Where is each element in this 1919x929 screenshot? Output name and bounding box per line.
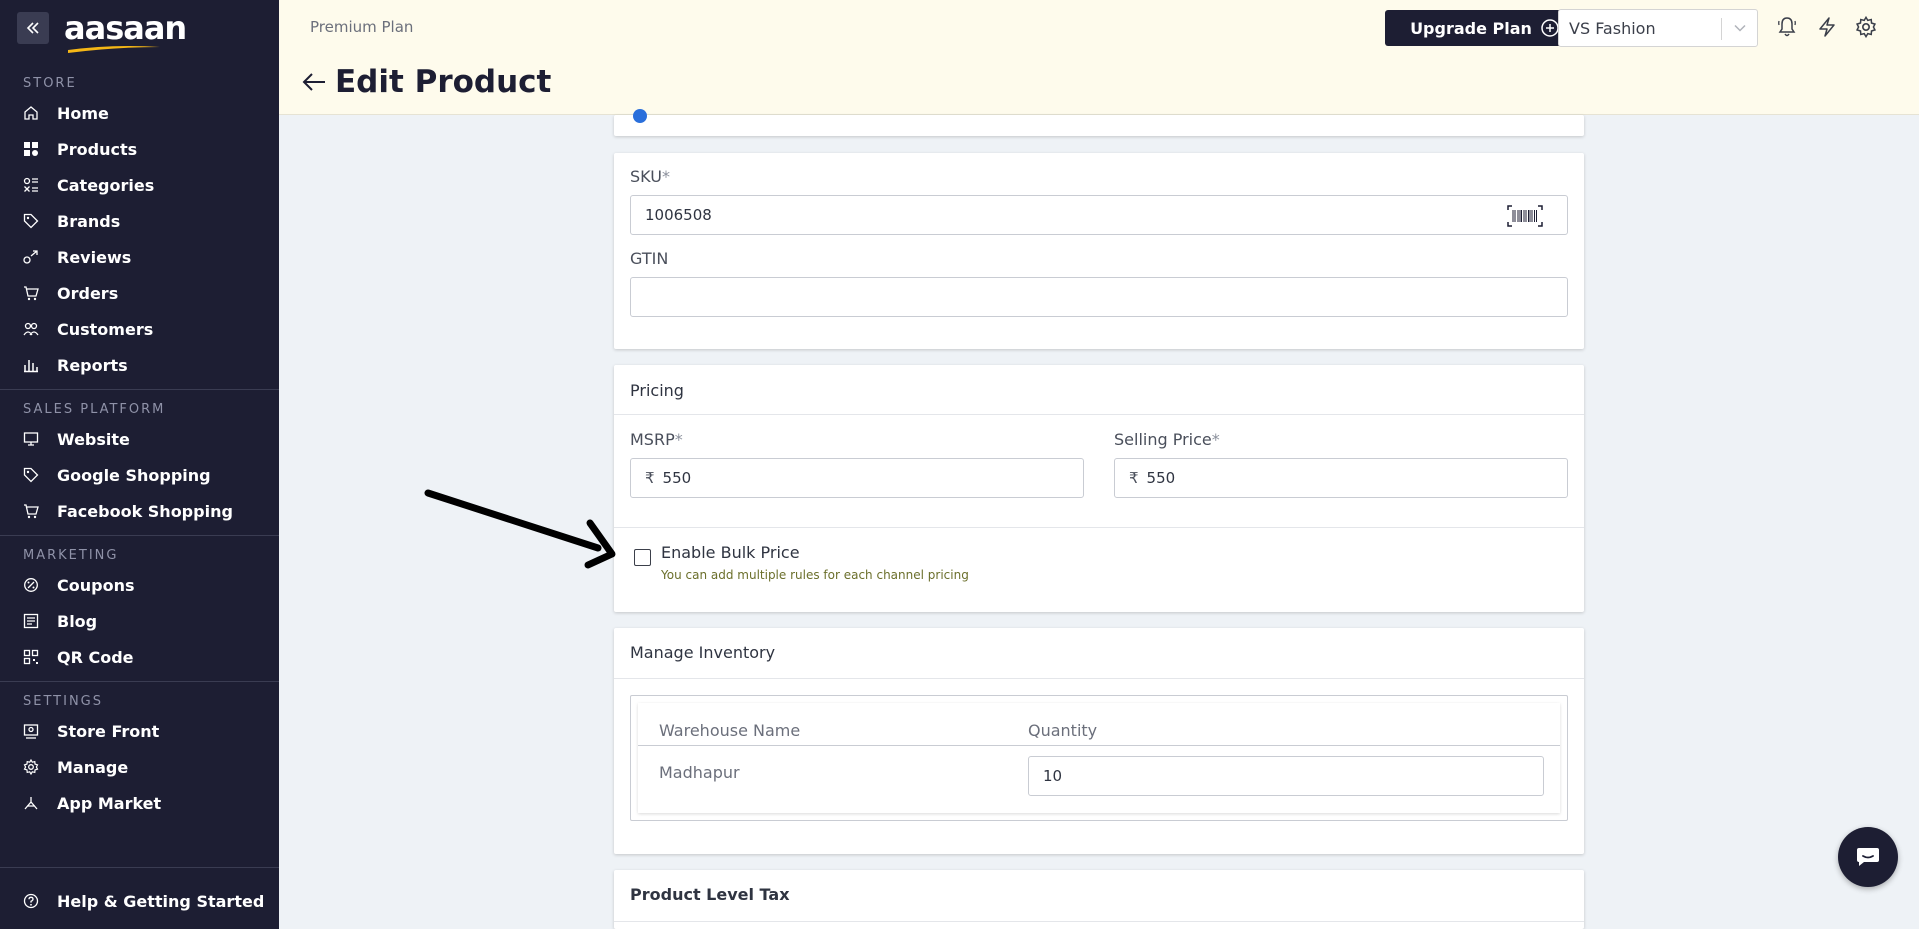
plus-circle-icon (1541, 19, 1559, 37)
currency-symbol: ₹ (645, 469, 655, 487)
logo-swoosh (68, 46, 160, 53)
col-header-warehouse: Warehouse Name (659, 721, 801, 740)
sidebar-item-customers[interactable]: Customers (0, 311, 279, 347)
reviews-icon (23, 250, 38, 264)
collapse-sidebar-button[interactable] (17, 12, 49, 44)
sidebar-item-app-market[interactable]: App Market (0, 785, 279, 821)
bulk-price-section: Enable Bulk Price You can add multiple r… (614, 527, 1584, 612)
previous-card (614, 109, 1584, 136)
inventory-card: Manage Inventory Warehouse Name Quantity… (614, 628, 1584, 854)
coupon-icon (24, 578, 38, 592)
radio-selected[interactable] (633, 109, 647, 123)
col-header-quantity: Quantity (1028, 721, 1098, 740)
sidebar-item-home[interactable]: Home (0, 95, 279, 131)
sidebar: aasaan STORE Home Products Categories Br… (0, 0, 279, 929)
aasaan-logo[interactable]: aasaan (64, 12, 187, 53)
section-label-sales-platform: SALES PLATFORM (23, 402, 166, 417)
cart-icon (24, 504, 39, 519)
sidebar-item-orders[interactable]: Orders (0, 275, 279, 311)
warehouse-name-cell: Madhapur (659, 763, 740, 782)
sidebar-item-categories[interactable]: Categories (0, 167, 279, 203)
selling-price-label: Selling Price* (1114, 430, 1220, 449)
sku-card: SKU* 1006508 GTIN (614, 153, 1584, 349)
sidebar-item-reports[interactable]: Reports (0, 347, 279, 383)
annotation-arrow (424, 489, 616, 569)
pricing-card: Pricing MSRP* ₹ 550 Selling Price* ₹ 550… (614, 365, 1584, 612)
sidebar-divider (0, 867, 279, 868)
double-chevron-left-icon (26, 22, 39, 34)
page-title: Edit Product (335, 64, 552, 100)
select-separator (1721, 18, 1722, 40)
users-icon (23, 322, 39, 336)
sidebar-item-store-front[interactable]: Store Front (0, 713, 279, 749)
store-front-icon (23, 724, 39, 739)
app-market-icon (24, 797, 38, 810)
top-header: Premium Plan Upgrade Plan VS Fashion Edi… (279, 0, 1919, 115)
barcode-icon[interactable] (1507, 205, 1543, 227)
sidebar-item-facebook-shopping[interactable]: Facebook Shopping (0, 493, 279, 529)
sidebar-item-brands[interactable]: Brands (0, 203, 279, 239)
store-select[interactable]: VS Fashion (1558, 9, 1758, 47)
plan-label: Premium Plan (310, 18, 414, 36)
pricing-title: Pricing (630, 381, 684, 400)
divider (614, 414, 1584, 415)
msrp-label: MSRP* (630, 430, 683, 449)
tag-icon (23, 467, 39, 483)
back-arrow-icon[interactable] (301, 71, 327, 93)
home-icon (24, 106, 38, 120)
section-label-store: STORE (23, 76, 77, 91)
table-divider (638, 745, 1560, 746)
lightning-icon[interactable] (1816, 16, 1838, 38)
upgrade-plan-button[interactable]: Upgrade Plan (1385, 10, 1585, 46)
bulk-price-label[interactable]: Enable Bulk Price (661, 543, 800, 562)
inventory-table-container: Warehouse Name Quantity Madhapur 10 (630, 695, 1568, 821)
gear-icon (23, 759, 39, 775)
sidebar-item-blog[interactable]: Blog (0, 603, 279, 639)
sidebar-item-products[interactable]: Products (0, 131, 279, 167)
monitor-icon (23, 432, 39, 446)
inventory-title: Manage Inventory (630, 643, 776, 662)
currency-symbol: ₹ (1129, 469, 1139, 487)
page-title-row: Edit Product (301, 64, 551, 100)
cart-icon (24, 286, 39, 301)
sidebar-item-reviews[interactable]: Reviews (0, 239, 279, 275)
blog-icon (23, 613, 39, 629)
inventory-table: Warehouse Name Quantity Madhapur 10 (638, 703, 1560, 813)
gtin-label: GTIN (630, 249, 669, 268)
chat-icon (1857, 848, 1879, 866)
msrp-input[interactable]: ₹ 550 (630, 458, 1084, 498)
divider (614, 921, 1584, 922)
help-icon (23, 893, 39, 909)
gtin-input[interactable] (630, 277, 1568, 317)
section-label-marketing: MARKETING (23, 548, 119, 563)
sidebar-item-qr-code[interactable]: QR Code (0, 639, 279, 675)
sku-label: SKU* (630, 167, 670, 186)
selling-price-input[interactable]: ₹ 550 (1114, 458, 1568, 498)
qr-code-icon (23, 649, 39, 665)
tag-icon (23, 213, 39, 229)
bulk-price-hint: You can add multiple rules for each chan… (661, 568, 969, 582)
chevron-down-icon (1734, 24, 1746, 32)
sidebar-item-manage[interactable]: Manage (0, 749, 279, 785)
products-grid-icon (24, 142, 38, 156)
sidebar-item-help[interactable]: Help & Getting Started (0, 883, 264, 919)
bell-icon[interactable] (1776, 16, 1798, 38)
chat-widget-button[interactable] (1838, 827, 1898, 887)
sidebar-top: aasaan (0, 0, 279, 56)
tax-card: Product Level Tax (614, 870, 1584, 929)
categories-icon (23, 177, 38, 192)
section-label-settings: SETTINGS (23, 694, 104, 709)
gear-icon[interactable] (1855, 16, 1877, 38)
divider (614, 678, 1584, 679)
sku-input[interactable]: 1006508 (630, 195, 1568, 235)
bar-chart-icon (24, 360, 38, 373)
tax-title: Product Level Tax (630, 885, 790, 904)
sidebar-item-website[interactable]: Website (0, 421, 279, 457)
sidebar-item-coupons[interactable]: Coupons (0, 567, 279, 603)
sidebar-item-google-shopping[interactable]: Google Shopping (0, 457, 279, 493)
quantity-input[interactable]: 10 (1028, 756, 1544, 796)
